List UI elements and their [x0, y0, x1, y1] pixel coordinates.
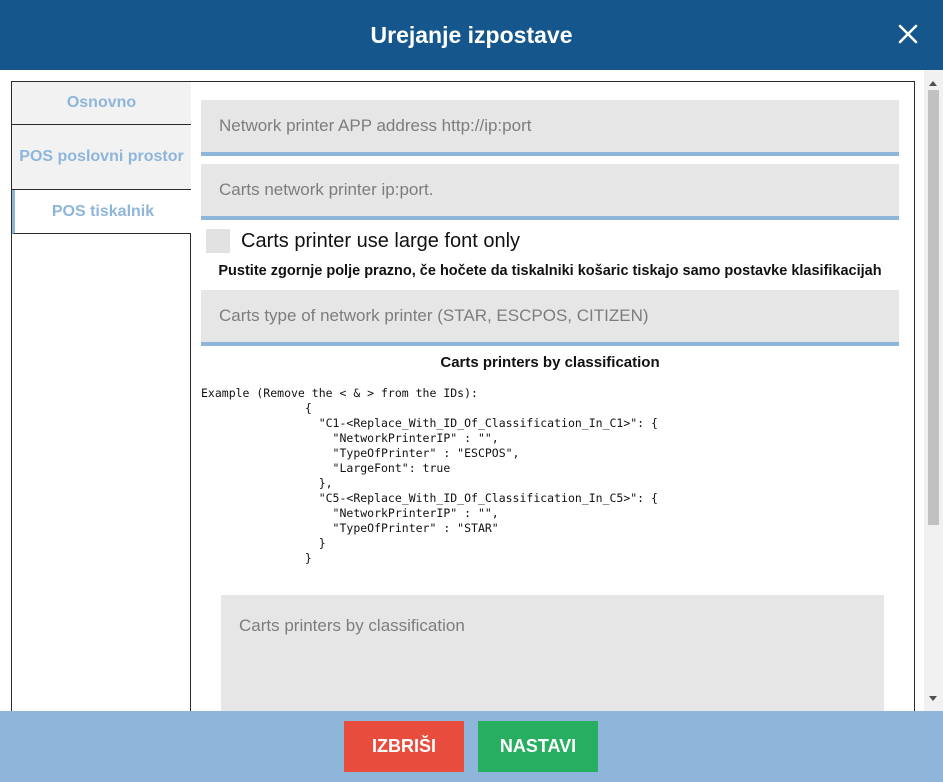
dialog-footer: IZBRIŠI NASTAVI — [0, 711, 943, 782]
close-icon[interactable] — [895, 21, 921, 47]
large-font-checkbox[interactable] — [206, 229, 230, 253]
carts-printer-hint: Pustite zgornje polje prazno, če hočete … — [218, 263, 882, 279]
scroll-up-icon[interactable] — [929, 81, 937, 86]
scrollbar[interactable] — [924, 70, 943, 711]
network-printer-app-address-input[interactable]: Network printer APP address http://ip:po… — [201, 100, 899, 156]
continue-button[interactable]: NASTAVI — [478, 721, 598, 772]
dialog-title: Urejanje izpostave — [370, 22, 573, 48]
large-font-checkbox-label[interactable]: Carts printer use large font only — [241, 230, 520, 253]
classification-textarea[interactable]: Carts printers by classification — [221, 595, 884, 721]
delete-button[interactable]: IZBRIŠI — [344, 721, 464, 772]
tab-pos-poslovni-prostor[interactable]: POS poslovni prostor — [12, 125, 191, 190]
classification-example-code: Example (Remove the < & > from the IDs):… — [201, 386, 658, 565]
scroll-down-icon[interactable] — [929, 696, 937, 701]
tab-pos-tiskalnik[interactable]: POS tiskalnik — [12, 190, 191, 234]
tab-osnovno[interactable]: Osnovno — [12, 82, 191, 125]
large-font-checkbox-row: Carts printer use large font only — [206, 228, 520, 254]
tab-list: Osnovno POS poslovni prostor POS tiskaln… — [11, 81, 191, 721]
tab-content: Network printer APP address http://ip:po… — [190, 81, 915, 721]
carts-printer-type-input[interactable]: Carts type of network printer (STAR, ESC… — [201, 290, 899, 346]
dialog-body: Osnovno POS poslovni prostor POS tiskaln… — [0, 70, 943, 721]
carts-network-printer-input[interactable]: Carts network printer ip:port. — [201, 164, 899, 220]
scrollbar-thumb[interactable] — [928, 90, 939, 525]
dialog-header: Urejanje izpostave — [0, 0, 943, 70]
classification-section-title: Carts printers by classification — [440, 354, 660, 371]
